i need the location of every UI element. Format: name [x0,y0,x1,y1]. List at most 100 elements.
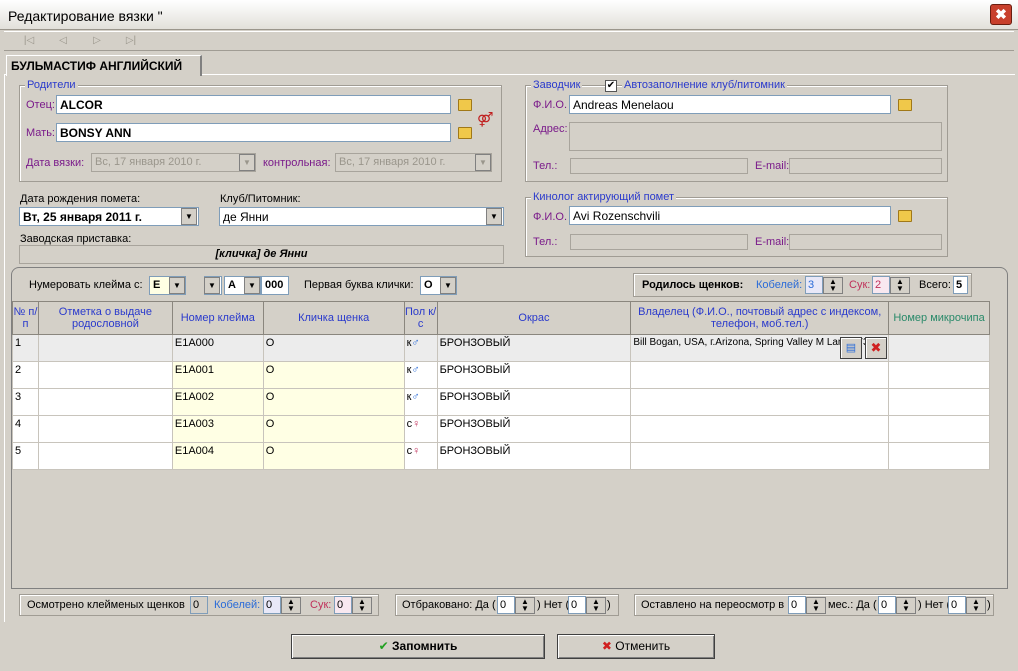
prev-record-icon[interactable]: ◁ [54,33,72,49]
spin-arrows-icon[interactable]: ▲ ▼ [352,597,372,614]
spin-arrows-icon[interactable]: ▲ ▼ [281,597,301,614]
cell-sex[interactable]: с♀ [403,442,438,470]
col-header-pedigree[interactable]: Отметка о выдаче родословной [37,301,173,335]
cell-num[interactable]: 5 [12,442,39,470]
spin-arrows-icon[interactable]: ▲ ▼ [896,597,916,614]
mating-icon[interactable]: ⚤ [477,111,493,127]
col-header-color[interactable]: Окрас [436,301,632,335]
cell-chip[interactable] [888,334,990,362]
col-header-brand[interactable]: Номер клейма [171,301,264,335]
left-no-value[interactable]: 0 [948,596,966,614]
cell-chip[interactable] [888,361,990,389]
cell-num[interactable]: 2 [12,361,39,389]
save-button[interactable]: ✔ Запомнить [291,634,545,659]
mother-field[interactable]: BONSY ANN [56,123,451,142]
cell-num[interactable]: 1 [12,334,39,362]
cell-brand[interactable]: E1A000 [171,334,264,362]
cell-name[interactable]: O [262,361,405,389]
folder-open-icon[interactable] [898,210,912,222]
tab-breed[interactable]: БУЛЬМАСТИФ АНГЛИЙСКИЙ [6,55,202,76]
next-record-icon[interactable]: ▷ [88,33,106,49]
table-row[interactable]: 4 E1A003 O с♀ БРОНЗОВЫЙ [12,415,990,443]
cell-num[interactable]: 4 [12,415,39,443]
folder-open-icon[interactable] [898,99,912,111]
chevron-down-icon[interactable]: ▼ [204,277,220,294]
first-record-icon[interactable]: |◁ [20,33,38,49]
cell-name[interactable]: O [262,442,405,470]
born-females-value[interactable]: 2 [872,276,890,294]
chevron-down-icon[interactable]: ▼ [475,154,491,171]
brand-number-field[interactable]: 000 [261,276,289,295]
cell-owner[interactable] [630,388,890,416]
cell-pedigree[interactable] [37,388,173,416]
cell-brand[interactable]: E1A004 [171,442,264,470]
close-button[interactable]: ✖ [990,4,1012,25]
cell-color[interactable]: БРОНЗОВЫЙ [436,388,632,416]
cancel-button[interactable]: ✖ Отменить [557,634,715,659]
left-yes-value[interactable]: 0 [878,596,896,614]
chevron-down-icon[interactable]: ▼ [181,208,197,225]
col-header-chip[interactable]: Номер микрочипа [888,301,990,335]
cell-pedigree[interactable] [37,415,173,443]
cell-brand[interactable]: E1A002 [171,388,264,416]
table-row[interactable]: 5 E1A004 O с♀ БРОНЗОВЫЙ [12,442,990,470]
spin-arrows-icon[interactable]: ▲ ▼ [515,597,535,614]
cell-sex[interactable]: к♂ [403,361,438,389]
cell-name[interactable]: O [262,415,405,443]
chevron-down-icon[interactable]: ▼ [169,277,185,294]
rejected-yes-value[interactable]: 0 [497,596,515,614]
chevron-down-icon[interactable]: ▼ [486,208,502,225]
cell-color[interactable]: БРОНЗОВЫЙ [436,415,632,443]
col-header-name[interactable]: Кличка щенка [262,301,405,335]
spin-arrows-icon[interactable]: ▲ ▼ [823,277,843,294]
birth-date-field[interactable]: Вт, 25 января 2011 г. [19,207,199,226]
cell-brand[interactable]: E1A001 [171,361,264,389]
inspected-males-value[interactable]: 0 [263,596,281,614]
cell-owner[interactable] [630,361,890,389]
spin-arrows-icon[interactable]: ▲ ▼ [586,597,606,614]
rejected-no-value[interactable]: 0 [568,596,586,614]
cell-chip[interactable] [888,442,990,470]
cynologist-fio-field[interactable]: Avi Rozenschvili [569,206,891,225]
delete-owner-icon[interactable]: ✖ [865,337,887,359]
inspected-females-value[interactable]: 0 [334,596,352,614]
last-record-icon[interactable]: ▷| [122,33,140,49]
cell-pedigree[interactable] [37,442,173,470]
father-field[interactable]: ALCOR [56,95,451,114]
col-header-owner[interactable]: Владелец (Ф.И.О., почтовый адрес с индек… [630,301,890,335]
folder-open-icon[interactable] [458,127,472,139]
cell-pedigree[interactable] [37,361,173,389]
table-row[interactable]: 2 E1A001 O к♂ БРОНЗОВЫЙ [12,361,990,389]
left-months-value[interactable]: 0 [788,596,806,614]
cell-color[interactable]: БРОНЗОВЫЙ [436,442,632,470]
club-field[interactable]: де Янни [219,207,504,226]
table-row[interactable]: 3 E1A002 O к♂ БРОНЗОВЫЙ [12,388,990,416]
folder-open-icon[interactable] [458,99,472,111]
control-date-field[interactable]: Вс, 17 января 2010 г. [335,153,492,172]
cell-chip[interactable] [888,388,990,416]
cell-owner[interactable] [630,415,890,443]
chevron-down-icon[interactable]: ▼ [440,277,456,294]
cell-sex[interactable]: к♂ [403,334,438,362]
spin-arrows-icon[interactable]: ▲ ▼ [890,277,910,294]
cell-sex[interactable]: к♂ [403,388,438,416]
chevron-down-icon[interactable]: ▼ [239,154,255,171]
born-males-value[interactable]: 3 [805,276,823,294]
cell-pedigree[interactable] [37,334,173,362]
col-header-num[interactable]: № п/п [12,301,39,335]
mating-date-field[interactable]: Вс, 17 января 2010 г. [91,153,256,172]
cell-color[interactable]: БРОНЗОВЫЙ [436,361,632,389]
autofill-checkbox[interactable]: ✔ [605,80,617,92]
spin-arrows-icon[interactable]: ▲ ▼ [806,597,826,614]
breeder-fio-field[interactable]: Andreas Menelaou [569,95,891,114]
cell-name[interactable]: O [262,334,405,362]
chevron-down-icon[interactable]: ▼ [244,277,260,294]
cell-owner[interactable] [630,442,890,470]
edit-owner-icon[interactable]: ▤ [840,337,862,359]
cell-name[interactable]: O [262,388,405,416]
cell-num[interactable]: 3 [12,388,39,416]
col-header-sex[interactable]: Пол к/с [403,301,438,335]
spin-arrows-icon[interactable]: ▲ ▼ [966,597,986,614]
cell-color[interactable]: БРОНЗОВЫЙ [436,334,632,362]
cell-chip[interactable] [888,415,990,443]
